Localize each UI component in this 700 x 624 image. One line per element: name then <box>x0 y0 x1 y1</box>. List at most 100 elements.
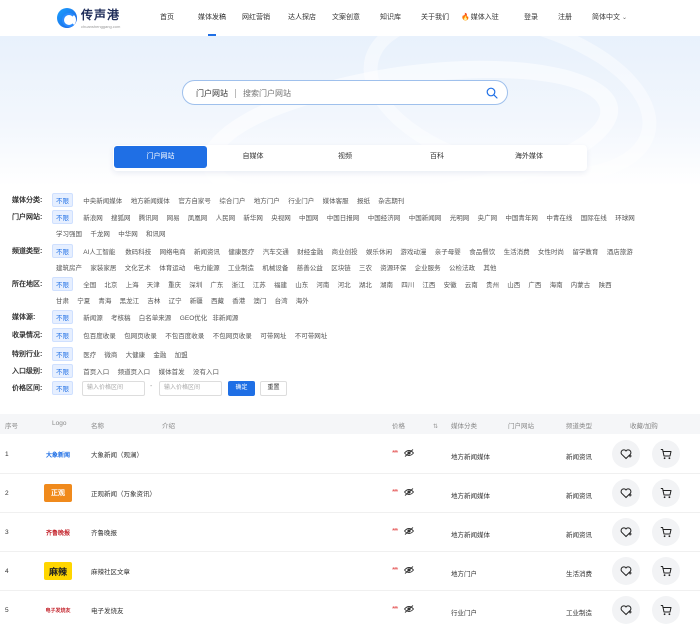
filter-option[interactable]: 建筑房产 <box>56 262 82 272</box>
filter-option[interactable]: 中国经济网 <box>368 212 401 222</box>
filter-option[interactable]: 和讯网 <box>146 228 166 238</box>
filter-option[interactable]: 中国新闻网 <box>409 212 442 222</box>
filter-option[interactable]: 可带网址 <box>260 330 286 340</box>
filter-option[interactable]: 地方新闻媒体 <box>131 195 170 205</box>
table-row[interactable]: 4 麻辣 麻辣社区文章 *** 地方门户 生活消费 <box>0 552 700 591</box>
filter-option[interactable]: 机械设备 <box>262 262 288 272</box>
filter-option[interactable]: 官方自家号 <box>178 195 211 205</box>
filter-option[interactable]: 湖北 <box>359 279 372 289</box>
filter-option[interactable]: 三农 <box>359 262 372 272</box>
filter-option[interactable]: 酒店旅游 <box>607 246 633 256</box>
filter-option[interactable]: 生活消费 <box>504 246 530 256</box>
eye-icon[interactable] <box>404 449 414 457</box>
filter-option[interactable]: 不限 <box>52 244 73 258</box>
filter-option[interactable]: 亲子母婴 <box>435 246 461 256</box>
filter-option[interactable]: 其他 <box>483 262 496 272</box>
filter-option[interactable]: 女性时尚 <box>538 246 564 256</box>
filter-option[interactable]: 医疗 <box>83 349 96 359</box>
filter-option[interactable]: 不限 <box>52 364 73 378</box>
filter-option[interactable]: 新华网 <box>243 212 263 222</box>
filter-option[interactable]: 首页入口 <box>83 366 109 376</box>
eye-icon[interactable] <box>404 527 414 535</box>
filter-option[interactable]: 不包网页收录 <box>213 330 252 340</box>
table-row[interactable]: 3 齐鲁晚报 齐鲁晚报 *** 地方新闻媒体 新闻资讯 <box>0 513 700 552</box>
filter-option[interactable]: 食品餐饮 <box>469 246 495 256</box>
filter-option[interactable]: 网易 <box>167 212 180 222</box>
nav-copywriting[interactable]: 文案创意 <box>332 0 360 36</box>
filter-option[interactable]: 商业创投 <box>332 246 358 256</box>
tab-self-media[interactable]: 自媒体 <box>213 145 293 169</box>
price-reset-button[interactable]: 重置 <box>260 381 287 396</box>
filter-option[interactable]: 数码科技 <box>125 246 151 256</box>
media-name[interactable]: 电子发烧友 <box>91 605 124 615</box>
filter-option[interactable]: 网络电商 <box>160 246 186 256</box>
tab-overseas-media[interactable]: 海外媒体 <box>489 145 569 169</box>
favorite-button[interactable] <box>612 440 640 468</box>
filter-option[interactable]: 不限 <box>52 328 73 342</box>
filter-option[interactable]: 不限 <box>52 210 73 224</box>
filter-option[interactable]: 澳门 <box>253 295 266 305</box>
nav-login[interactable]: 登录 <box>524 0 538 36</box>
filter-option[interactable]: 企业服务 <box>415 262 441 272</box>
th-price[interactable]: 价格 ⇅ <box>392 420 438 430</box>
nav-knowledge-base[interactable]: 知识库 <box>380 0 401 36</box>
filter-option[interactable]: 留学教育 <box>572 246 598 256</box>
add-to-cart-button[interactable] <box>652 596 680 624</box>
filter-option[interactable]: 四川 <box>401 279 414 289</box>
filter-option[interactable]: 全国 <box>83 279 96 289</box>
favorite-button[interactable] <box>612 518 640 546</box>
filter-option[interactable]: 海南 <box>550 279 563 289</box>
filter-option[interactable]: AI人工智能 <box>83 246 115 256</box>
filter-option[interactable]: 金融 <box>153 349 166 359</box>
price-max-input[interactable]: 输入价格区间 <box>159 381 222 396</box>
table-row[interactable]: 2 正观 正观新闻（万象资讯） *** 地方新闻媒体 新闻资讯 <box>0 474 700 513</box>
filter-option[interactable]: 上海 <box>126 279 139 289</box>
filter-option[interactable]: 新闻源 <box>83 312 103 322</box>
filter-option[interactable]: 资源环保 <box>380 262 406 272</box>
filter-option[interactable]: 山东 <box>295 279 308 289</box>
filter-option[interactable]: 不限 <box>52 277 73 291</box>
filter-option[interactable]: 不限 <box>52 310 73 324</box>
favorite-button[interactable] <box>612 557 640 585</box>
media-name[interactable]: 麻辣社区文章 <box>91 566 130 576</box>
nav-influencer-marketing[interactable]: 网红营销 <box>242 0 270 36</box>
filter-option[interactable]: 浙江 <box>232 279 245 289</box>
filter-option[interactable]: 频道页入口 <box>118 366 151 376</box>
table-row[interactable]: 1 大象新闻 大象新闻（观澜） *** 地方新闻媒体 新闻资讯 <box>0 435 700 474</box>
add-to-cart-button[interactable] <box>652 557 680 585</box>
language-select[interactable]: 简体中文 ⌄ <box>592 0 627 36</box>
filter-option[interactable]: 河北 <box>338 279 351 289</box>
filter-option[interactable]: 搜狐网 <box>111 212 131 222</box>
nav-about[interactable]: 关于我们 <box>421 0 449 36</box>
filter-option[interactable]: GEO优化 <box>180 312 207 322</box>
nav-register[interactable]: 注册 <box>558 0 572 36</box>
filter-option[interactable]: 凤凰网 <box>188 212 208 222</box>
filter-option[interactable]: 包百度收录 <box>83 330 116 340</box>
media-name[interactable]: 正观新闻（万象资讯） <box>91 488 156 498</box>
site-logo[interactable]: 传声港 chuanshenggang.com <box>57 6 120 29</box>
filter-option[interactable]: 学习强国 <box>56 228 82 238</box>
add-to-cart-button[interactable] <box>652 440 680 468</box>
filter-option[interactable]: 央广网 <box>478 212 498 222</box>
filter-option[interactable]: 慈善公益 <box>297 262 323 272</box>
tab-portal[interactable]: 门户网站 <box>114 146 207 168</box>
filter-option[interactable]: 山西 <box>507 279 520 289</box>
filter-option[interactable]: 人民网 <box>216 212 236 222</box>
filter-option[interactable]: 光明网 <box>450 212 470 222</box>
filter-option[interactable]: 国际在线 <box>581 212 607 222</box>
tab-video[interactable]: 视频 <box>305 145 385 169</box>
media-name[interactable]: 大象新闻（观澜） <box>91 449 143 459</box>
eye-icon[interactable] <box>404 605 414 613</box>
filter-option[interactable]: 西藏 <box>211 295 224 305</box>
filter-option[interactable]: 江苏 <box>253 279 266 289</box>
filter-option[interactable]: 不包百度收录 <box>165 330 204 340</box>
filter-option[interactable]: 媒体客服 <box>323 195 349 205</box>
filter-option[interactable]: 千龙网 <box>90 228 110 238</box>
favorite-button[interactable] <box>612 596 640 624</box>
tab-encyclopedia[interactable]: 百科 <box>397 145 477 169</box>
filter-option[interactable]: 腾讯网 <box>139 212 159 222</box>
filter-option[interactable]: 广西 <box>528 279 541 289</box>
filter-option[interactable]: 云南 <box>465 279 478 289</box>
filter-option[interactable]: 广东 <box>210 279 223 289</box>
filter-option[interactable]: 不可带网址 <box>295 330 328 340</box>
